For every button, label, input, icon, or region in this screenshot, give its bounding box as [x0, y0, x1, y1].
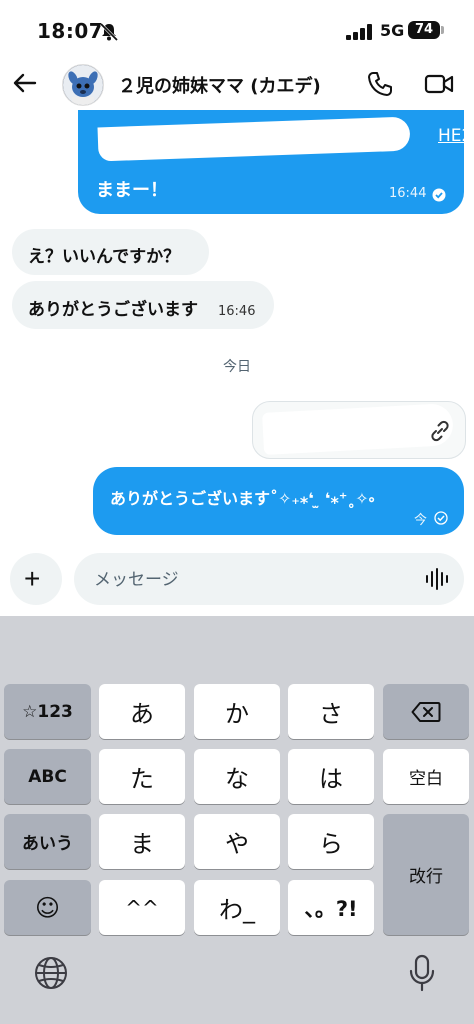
outgoing-message[interactable]: HE2 ままー！ 16:44: [78, 110, 472, 214]
read-check-icon: [432, 188, 446, 202]
message-input[interactable]: [92, 565, 416, 595]
key-abc[interactable]: ABC: [4, 749, 91, 804]
key-punctuation[interactable]: 、。?!: [288, 880, 374, 935]
key-numbers[interactable]: ☆123: [4, 684, 91, 739]
backspace-icon: [411, 701, 441, 722]
video-call-icon[interactable]: [424, 72, 454, 96]
status-bar: 18:07 5G 74: [0, 0, 474, 62]
message-time: 今: [414, 513, 428, 528]
globe-icon[interactable]: [34, 956, 68, 990]
chat-header: ２児の姉妹ママ (カエデ): [0, 62, 474, 108]
add-media-button[interactable]: +: [10, 553, 62, 605]
message-time: 16:44: [389, 186, 427, 201]
outgoing-message[interactable]: ありがとうございます˚✧₊⁎❛ ̫ ❛⁎⁺˳✧༚ 今: [93, 467, 464, 535]
link-icon: [431, 420, 449, 442]
key-na[interactable]: な: [194, 749, 280, 804]
network-type: 5G: [380, 21, 405, 40]
message-time: 16:46: [218, 304, 256, 319]
message-text: ままー！: [96, 180, 168, 201]
message-text: ありがとうございます˚✧₊⁎❛ ̫ ❛⁎⁺˳✧༚: [110, 489, 375, 508]
battery-tip: [441, 26, 444, 34]
key-a[interactable]: あ: [99, 684, 185, 739]
key-kana[interactable]: あいう: [4, 814, 91, 869]
contact-name[interactable]: ２児の姉妹ママ (カエデ): [118, 72, 321, 98]
avatar[interactable]: [62, 64, 104, 106]
message-composer[interactable]: [74, 553, 464, 605]
incoming-message[interactable]: ありがとうございます 16:46: [12, 281, 274, 329]
key-ma[interactable]: ま: [99, 814, 185, 869]
voice-message-icon[interactable]: [424, 567, 450, 591]
redaction-scribble: [262, 403, 454, 455]
phone-call-icon[interactable]: [366, 70, 394, 98]
key-ya[interactable]: や: [194, 814, 280, 869]
avatar-image: [63, 65, 103, 105]
message-link-fragment[interactable]: HE2: [438, 126, 472, 146]
backspace-key[interactable]: [383, 684, 469, 739]
key-ka[interactable]: か: [194, 684, 280, 739]
sent-check-icon: [434, 511, 448, 525]
key-kaomoji[interactable]: ^^: [99, 880, 185, 935]
key-sa[interactable]: さ: [288, 684, 374, 739]
key-ta[interactable]: た: [99, 749, 185, 804]
battery-level: 74: [408, 21, 440, 39]
back-arrow-icon[interactable]: [12, 70, 38, 96]
date-separator: 今日: [223, 359, 251, 375]
incoming-message[interactable]: え？いいんですか？: [12, 229, 209, 275]
message-text: ありがとうございます: [28, 300, 198, 320]
redaction-scribble: [97, 116, 411, 162]
keyboard: ☆123 あ か さ ABC た な は 空白 あいう ま や ら 改行 ☺ ^…: [0, 616, 474, 1024]
plus-icon: +: [24, 563, 41, 594]
emoji-key[interactable]: ☺: [4, 880, 91, 935]
return-key[interactable]: 改行: [383, 814, 469, 935]
key-wa[interactable]: わ_: [194, 880, 280, 935]
signal-icon: [346, 24, 374, 40]
microphone-icon[interactable]: [408, 954, 436, 992]
bell-off-icon: [99, 22, 119, 42]
status-time: 18:07: [37, 19, 104, 43]
message-text: え？いいんですか？: [28, 247, 181, 267]
key-ha[interactable]: は: [288, 749, 374, 804]
space-key[interactable]: 空白: [383, 749, 469, 804]
link-preview-card[interactable]: ｰ: [252, 401, 466, 459]
key-ra[interactable]: ら: [288, 814, 374, 869]
